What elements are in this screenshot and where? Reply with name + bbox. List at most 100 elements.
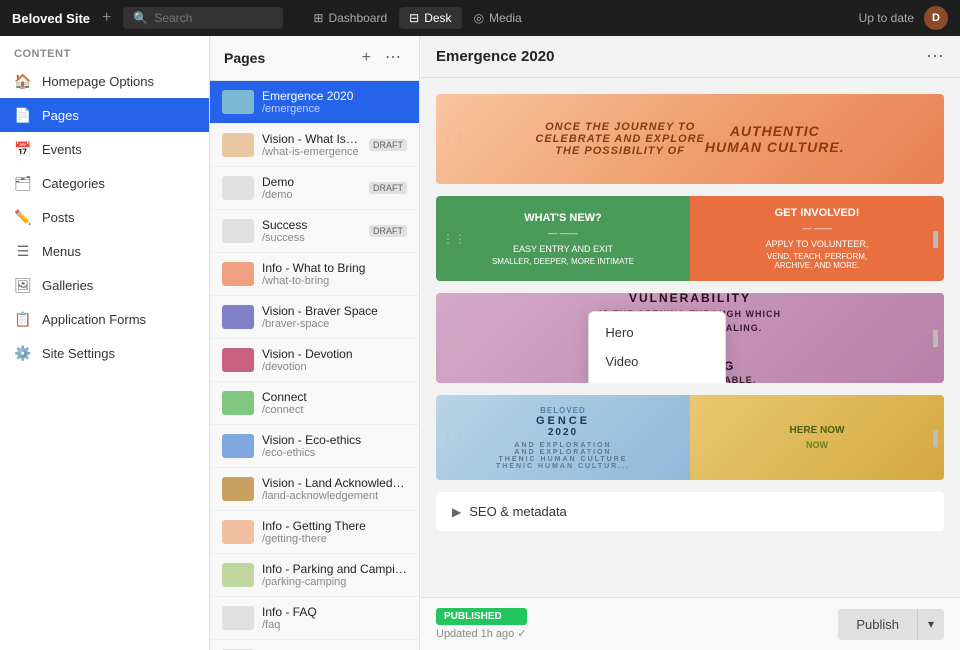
sidebar-item-events[interactable]: 📅 Events (0, 132, 209, 166)
sidebar-item-posts[interactable]: ✏️ Posts (0, 200, 209, 234)
seo-expand-icon: ▶ (452, 505, 461, 519)
pages-list: Emergence 2020 /emergence Vision - What … (210, 81, 419, 650)
page-title: Vision - Land Acknowledgement (262, 476, 407, 490)
drag-handle-icon[interactable]: ⋮⋮ (442, 331, 466, 345)
sidebar-item-galleries[interactable]: 🖼 Galleries (0, 268, 209, 302)
page-info: Vision - Devotion /devotion (262, 347, 407, 373)
pages-icon: 📄 (14, 106, 32, 124)
page-item-success[interactable]: Success /success DRAFT (210, 210, 419, 253)
page-thumb (222, 477, 254, 501)
page-info: Info - FAQ /faq (262, 605, 407, 631)
dropdown-item-video[interactable]: Video (589, 347, 725, 376)
page-title: Info - What to Bring (262, 261, 407, 275)
page-slug: /demo (262, 189, 361, 201)
topbar-nav: ⊞ Dashboard ⊟ Desk ◎ Media (303, 7, 531, 29)
page-title: Info - Getting There (262, 519, 407, 533)
nav-media[interactable]: ◎ Media (464, 7, 532, 29)
add-site-button[interactable]: + (102, 9, 111, 27)
page-title: Vision - Braver Space (262, 304, 407, 318)
page-item-demo[interactable]: Demo /demo DRAFT (210, 167, 419, 210)
page-item-braver-space[interactable]: Vision - Braver Space /braver-space (210, 296, 419, 339)
page-item-land-acknowledgement[interactable]: Vision - Land Acknowledgement /land-ackn… (210, 468, 419, 511)
page-thumb (222, 348, 254, 372)
avatar[interactable]: D (924, 6, 948, 30)
dashboard-icon: ⊞ (313, 11, 323, 25)
page-item-what-to-bring[interactable]: Info - What to Bring /what-to-bring (210, 253, 419, 296)
dropdown-item-content[interactable]: Content (589, 376, 725, 383)
posts-icon: ✏️ (14, 208, 32, 226)
sidebar-item-site-settings[interactable]: ⚙️ Site Settings (0, 336, 209, 370)
media-icon: ◎ (474, 11, 484, 25)
publish-button[interactable]: Publish (838, 609, 917, 640)
settings-icon: ⚙️ (14, 344, 32, 362)
sidebar-item-pages[interactable]: 📄 Pages (0, 98, 209, 132)
page-info: Vision - What Is Emergenc... /what-is-em… (262, 132, 361, 158)
dropdown-item-hero[interactable]: Hero (589, 318, 725, 347)
site-name[interactable]: Beloved Site (12, 11, 90, 26)
block-action-icon[interactable]: ▐ (928, 231, 938, 247)
drag-handle-icon[interactable]: ⋮⋮ (442, 232, 466, 246)
forms-icon: 📋 (14, 310, 32, 328)
page-title: Vision - What Is Emergenc... (262, 132, 361, 146)
page-slug: /what-to-bring (262, 275, 407, 287)
nav-desk[interactable]: ⊟ Desk (399, 7, 461, 29)
search-input[interactable] (154, 11, 274, 25)
pages-menu-button[interactable]: ⋯ (381, 48, 405, 68)
page-thumb (222, 262, 254, 286)
page-item-connect[interactable]: Connect /connect (210, 382, 419, 425)
page-item-getting-there[interactable]: Info - Getting There /getting-there (210, 511, 419, 554)
desk-icon: ⊟ (409, 11, 419, 25)
page-slug: /emergence (262, 103, 407, 115)
beloved-left: BELOVED GENCE 2020 AND EXPLORATIONAND EX… (436, 395, 690, 480)
publish-dropdown-button[interactable]: ▾ (917, 609, 944, 640)
content-area: Emergence 2020 ⋯ ⋮⋮ ONCE THE JOURNEY TOC… (420, 36, 960, 650)
menus-icon: ☰ (14, 242, 32, 260)
page-item-eco-ethics[interactable]: Vision - Eco-ethics /eco-ethics (210, 425, 419, 468)
sidebar-item-homepage-options[interactable]: 🏠 Homepage Options (0, 64, 209, 98)
search-box: 🔍 (123, 7, 283, 29)
block-grid: ⋮⋮ ▐ WHAT'S NEW? — —— EASY ENTRY AND EXI… (436, 196, 944, 281)
page-title: Success (262, 218, 361, 232)
content-menu-button[interactable]: ⋯ (926, 46, 944, 67)
page-item-parking-camping[interactable]: Info - Parking and Camping /parking-camp… (210, 554, 419, 597)
page-slug: /devotion (262, 361, 407, 373)
sidebar-item-menus[interactable]: ☰ Menus (0, 234, 209, 268)
sidebar-item-application-forms[interactable]: 📋 Application Forms (0, 302, 209, 336)
page-thumb (222, 133, 254, 157)
page-slug: /faq (262, 619, 407, 631)
drag-handle-icon[interactable]: ⋮⋮ (442, 431, 466, 445)
nav-dashboard[interactable]: ⊞ Dashboard (303, 7, 397, 29)
seo-metadata-section[interactable]: ▶ SEO & metadata (436, 492, 944, 531)
page-item-emergence-2020[interactable]: Emergence 2020 /emergence (210, 81, 419, 124)
drag-handle-icon[interactable]: ⋮⋮ (442, 132, 466, 146)
content-body: ⋮⋮ ONCE THE JOURNEY TOCELEBRATE AND EXPL… (420, 78, 960, 597)
footer-status: PUBLISHED Updated 1h ago ✓ (436, 608, 527, 640)
page-info: Connect /connect (262, 390, 407, 416)
beloved-right: HERE NOW NOW (690, 395, 944, 480)
page-thumb (222, 176, 254, 200)
page-info: Demo /demo (262, 175, 361, 201)
page-item-vision-emergence[interactable]: Vision - What Is Emergenc... /what-is-em… (210, 124, 419, 167)
page-item-event-guide[interactable]: Info - Event Guide /event-guide (210, 640, 419, 650)
page-title: Vision - Eco-ethics (262, 433, 407, 447)
home-icon: 🏠 (14, 72, 32, 90)
main-layout: Content 🏠 Homepage Options 📄 Pages 📅 Eve… (0, 36, 960, 650)
block-action-icon[interactable]: ▐ (928, 330, 938, 346)
status-text: Up to date (859, 11, 914, 25)
grid-preview: WHAT'S NEW? — —— EASY ENTRY AND EXIT SMA… (436, 196, 944, 281)
page-title: Demo (262, 175, 361, 189)
page-info: Vision - Braver Space /braver-space (262, 304, 407, 330)
block-beloved: ⋮⋮ ▐ BELOVED GENCE 2020 AND EXPLORATIONA… (436, 395, 944, 480)
page-thumb (222, 305, 254, 329)
grid-item-get-involved: GET INVOLVED! — —— APPLY TO VOLUNTEER, V… (690, 196, 944, 281)
sidebar-item-categories[interactable]: 🗂 Categories (0, 166, 209, 200)
block-hero: ⋮⋮ ONCE THE JOURNEY TOCELEBRATE AND EXPL… (436, 94, 944, 184)
page-item-devotion[interactable]: Vision - Devotion /devotion (210, 339, 419, 382)
page-slug: /getting-there (262, 533, 407, 545)
draft-badge: DRAFT (369, 225, 407, 237)
page-slug: /braver-space (262, 318, 407, 330)
page-item-faq[interactable]: Info - FAQ /faq (210, 597, 419, 640)
block-action-icon[interactable]: ▐ (928, 430, 938, 446)
sidebar: Content 🏠 Homepage Options 📄 Pages 📅 Eve… (0, 36, 210, 650)
add-page-button[interactable]: + (358, 48, 375, 68)
